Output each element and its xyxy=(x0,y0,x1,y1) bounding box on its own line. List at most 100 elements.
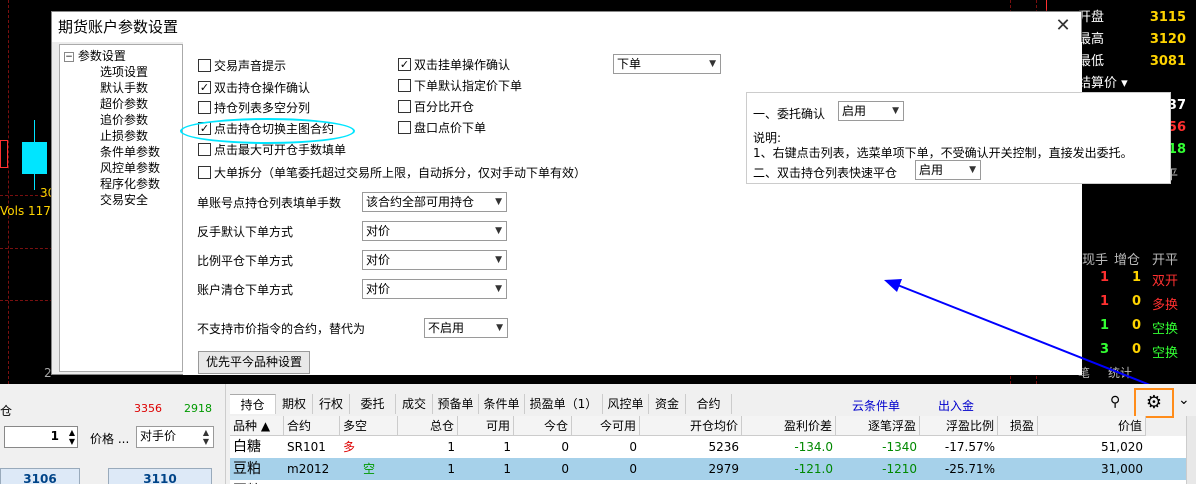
column-header[interactable]: 盈利价差 xyxy=(742,416,836,436)
priority-close-today-button[interactable]: 优先平今品种设置 xyxy=(198,351,310,374)
tab-1[interactable]: 期权 xyxy=(276,394,313,414)
column-header[interactable]: 今可用 xyxy=(572,416,640,436)
tab-10[interactable]: 合约 xyxy=(686,394,732,414)
column-header[interactable]: 多空 xyxy=(340,416,398,436)
table-row[interactable]: 白糖 SR101 多 1 1 0 0 5236 -134.0 -1340 -17.57% 51,020 xyxy=(230,436,1186,458)
setting-label: 账户清仓下单方式 xyxy=(197,283,294,297)
column-header[interactable]: 总仓 xyxy=(398,416,458,436)
close-icon[interactable]: ✕ xyxy=(1053,16,1073,36)
table-cell: 5236 xyxy=(708,440,739,454)
column-header[interactable]: 合约 xyxy=(284,416,340,436)
table-cell: 白糖 xyxy=(233,439,261,455)
checkbox-icon[interactable] xyxy=(198,101,211,114)
checkbox-icon[interactable] xyxy=(398,100,411,113)
checkbox-icon[interactable] xyxy=(198,143,211,156)
tree-item[interactable]: 超价参数 xyxy=(100,95,148,112)
setting-select[interactable]: 对价 ▼ xyxy=(362,279,507,299)
option-checkbox[interactable]: 盘口点价下单 xyxy=(398,119,486,136)
trade-increase: 0 xyxy=(1132,294,1142,309)
table-cell: 0 xyxy=(629,440,637,454)
tab-6[interactable]: 条件单 xyxy=(479,394,525,414)
chevron-down-icon: ▼ xyxy=(496,323,503,333)
checkbox-icon[interactable] xyxy=(198,166,211,179)
column-header[interactable]: 今仓 xyxy=(514,416,572,436)
table-row[interactable]: 豆粕 m2012 空 1 1 0 0 2979 -121.0 -1210 -25.71% 31,000 xyxy=(230,458,1186,480)
gear-icon[interactable]: ⚙ xyxy=(1134,388,1174,418)
header-current-qty: 现手 xyxy=(1082,253,1109,268)
table-row[interactable]: 豆粕 多 xyxy=(230,480,1186,484)
checkbox-icon[interactable] xyxy=(398,121,411,134)
order-mode-select[interactable]: 下单 ▼ xyxy=(613,54,721,74)
price-label[interactable]: 价格 ... xyxy=(90,430,129,447)
quantity-stepper[interactable]: 1 ▲ ▼ xyxy=(4,426,78,448)
option-checkbox[interactable]: 交易声音提示 xyxy=(198,57,286,74)
order-entry-panel: 仓 3356 2918 1 ▲ ▼ 价格 ... 对手价 ▲ ▼ 3106 3110 xyxy=(0,384,226,484)
column-header[interactable]: 价值 xyxy=(1038,416,1146,436)
buy-price-button[interactable]: 3106 xyxy=(0,468,80,484)
tab-2[interactable]: 行权 xyxy=(313,394,350,414)
transfer-funds-link[interactable]: 出入金 xyxy=(938,397,974,414)
checkbox-label: 大单拆分（单笔委托超过交易所上限，自动拆分，仅对手动下单有效） xyxy=(214,166,587,180)
checkbox-icon[interactable]: ✓ xyxy=(198,81,211,94)
column-header[interactable]: 浮盈比例 xyxy=(920,416,998,436)
tree-item[interactable]: 止损参数 xyxy=(100,127,148,144)
stepper-arrows-icon[interactable]: ▲ ▼ xyxy=(69,428,75,446)
quick-close-label: 二、双击持仓列表快速平仓 xyxy=(753,166,898,180)
vertical-scrollbar[interactable] xyxy=(1186,416,1196,484)
tree-root[interactable]: − 参数设置 xyxy=(64,47,126,64)
tab-4[interactable]: 成交 xyxy=(396,394,433,414)
column-header[interactable]: 开仓均价 xyxy=(640,416,742,436)
tab-8[interactable]: 风控单 xyxy=(603,394,649,414)
chevron-down-icon[interactable]: ⌄ xyxy=(1178,392,1190,408)
confirm-select[interactable]: 启用 ▼ xyxy=(838,101,904,121)
quick-close-select[interactable]: 启用 ▼ xyxy=(915,160,981,180)
tree-root-label: 参数设置 xyxy=(77,49,126,63)
table-cell: -121.0 xyxy=(794,462,833,476)
checkbox-label: 双击持仓操作确认 xyxy=(214,81,311,95)
option-checkbox[interactable]: 百分比开仓 xyxy=(398,98,474,115)
tab-0[interactable]: 持仓 xyxy=(230,394,276,414)
chevron-down-icon: ▼ xyxy=(495,197,502,207)
trade-type: 多换 xyxy=(1152,298,1179,313)
column-header[interactable]: 损盈 xyxy=(998,416,1038,436)
sell-price-button[interactable]: 3110 xyxy=(108,468,212,484)
quote-row: 最低 3081 xyxy=(1078,51,1196,73)
option-checkbox[interactable]: ✓ 双击持仓操作确认 xyxy=(198,79,310,96)
checkbox-icon[interactable]: ✓ xyxy=(398,58,411,71)
tree-item[interactable]: 风控单参数 xyxy=(100,159,160,176)
limit-down-value: 2918 xyxy=(184,402,212,415)
table-cell: SR101 xyxy=(287,440,326,454)
tab-3[interactable]: 委托 xyxy=(350,394,396,414)
tree-item[interactable]: 交易安全 xyxy=(100,191,148,208)
header-open-close: 开平 xyxy=(1152,253,1179,268)
tree-item[interactable]: 条件单参数 xyxy=(100,143,160,160)
checkbox-icon[interactable] xyxy=(198,59,211,72)
tab-7[interactable]: 损盈单（1） xyxy=(525,394,603,414)
collapse-icon[interactable]: − xyxy=(64,51,74,62)
tree-item[interactable]: 程序化参数 xyxy=(100,175,160,192)
column-header[interactable]: 逐笔浮盈 xyxy=(836,416,920,436)
table-cell xyxy=(998,458,1038,480)
tree-item[interactable]: 追价参数 xyxy=(100,111,148,128)
stats-tab[interactable]: 统计 xyxy=(1108,364,1132,381)
column-header[interactable]: 可用 xyxy=(458,416,514,436)
checkbox-icon[interactable] xyxy=(398,79,411,92)
cloud-condition-link[interactable]: 云条件单 xyxy=(852,397,900,414)
setting-select[interactable]: 对价 ▼ xyxy=(362,250,507,270)
market-order-select[interactable]: 不启用 ▼ xyxy=(424,318,508,338)
tab-5[interactable]: 预备单 xyxy=(433,394,479,414)
setting-value: 对价 xyxy=(366,224,391,238)
setting-select[interactable]: 该合约全部可用持仓 ▼ xyxy=(362,192,507,212)
option-checkbox[interactable]: 大单拆分（单笔委托超过交易所上限，自动拆分，仅对手动下单有效） xyxy=(198,164,586,181)
tree-item[interactable]: 选项设置 xyxy=(100,63,148,80)
tree-item[interactable]: 默认手数 xyxy=(100,79,148,96)
option-checkbox[interactable]: 下单默认指定价下单 xyxy=(398,77,522,94)
price-type-select[interactable]: 对手价 ▲ ▼ xyxy=(136,426,214,448)
tab-9[interactable]: 资金 xyxy=(649,394,686,414)
option-checkbox[interactable]: ✓ 双击挂单操作确认 xyxy=(398,56,510,73)
pin-icon[interactable]: ⚲ xyxy=(1110,394,1120,410)
futures-account-settings-dialog: 期货账户参数设置 ✕ − 参数设置 选项设置 默认手数 超价参数 追价参数 止损参数 条件… xyxy=(51,11,1171,375)
option-checkbox[interactable]: 持仓列表多空分列 xyxy=(198,99,310,116)
setting-select[interactable]: 对价 ▼ xyxy=(362,221,507,241)
column-header[interactable]: 品种 ▲ xyxy=(230,416,284,436)
